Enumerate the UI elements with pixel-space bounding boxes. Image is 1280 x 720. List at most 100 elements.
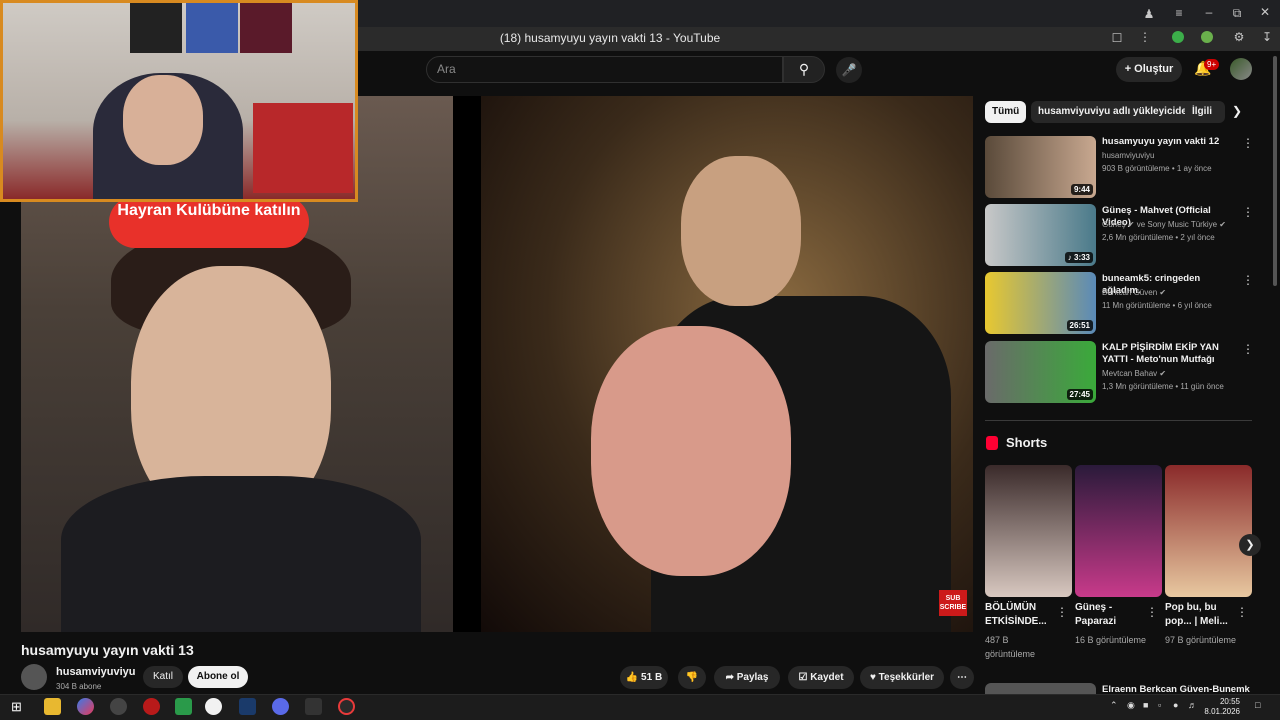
clock-time: 20:55	[1219, 697, 1240, 706]
extensions-icon[interactable]: ⚙	[1230, 30, 1248, 44]
more-icon[interactable]: ⋮	[1136, 30, 1154, 44]
notification-badge: 9+	[1204, 59, 1220, 70]
rec-title[interactable]: husamyuyu yayın vakti 12	[1102, 136, 1240, 148]
maximize-icon[interactable]: ⧉	[1228, 6, 1246, 21]
rec-thumbnail[interactable]	[985, 683, 1096, 694]
rec-thumbnail[interactable]: 27:45	[985, 341, 1096, 403]
more-actions-button[interactable]: ⋯	[950, 666, 974, 689]
chip-all[interactable]: Tümü	[985, 101, 1027, 123]
app-icon[interactable]	[143, 698, 160, 715]
yandex-browser-icon[interactable]	[205, 698, 222, 715]
more-icon[interactable]: ⋮	[1056, 605, 1068, 619]
more-icon[interactable]: ⋮	[1146, 605, 1158, 619]
rec-thumbnail[interactable]: ♪ 3:33	[985, 204, 1096, 266]
subscribe-watermark[interactable]: SUB SCRIBE	[939, 590, 967, 616]
close-icon[interactable]: ✕	[1256, 5, 1274, 19]
share-button[interactable]: ➦ Paylaş	[714, 666, 780, 689]
app-icon[interactable]	[110, 698, 127, 715]
minimize-icon[interactable]: –	[1200, 5, 1218, 19]
share-label: Paylaş	[736, 672, 769, 683]
bookmark-icon[interactable]: ☐	[1108, 31, 1126, 45]
subscribe-button[interactable]: Abone ol	[188, 666, 248, 688]
more-icon[interactable]: ⋮	[1242, 273, 1254, 287]
rec-meta: 903 B görüntüleme • 1 ay önce	[1102, 164, 1212, 173]
search-input[interactable]: Ara	[426, 56, 783, 83]
channel-avatar[interactable]	[21, 664, 47, 690]
plus-icon: +	[1124, 63, 1135, 75]
chevron-up-icon[interactable]: ⌃	[1110, 700, 1118, 711]
create-button[interactable]: + Oluştur	[1116, 57, 1182, 82]
menu-icon[interactable]: ≡	[1170, 6, 1188, 20]
rec-channel[interactable]: husamviyuviyu	[1102, 151, 1154, 160]
thumbs-up-icon: 👍	[625, 672, 642, 683]
search-icon: ⚲	[798, 61, 810, 77]
tray-icon[interactable]: ■	[1143, 700, 1148, 710]
obs-icon[interactable]	[338, 698, 355, 715]
channel-name[interactable]: husamviyuviyu	[56, 666, 135, 678]
video-right-panel	[481, 96, 973, 632]
person-face	[681, 156, 801, 306]
short-views: 487 B görüntüleme	[985, 635, 1036, 659]
account-icon[interactable]: ♟	[1140, 7, 1158, 21]
system-clock[interactable]: 20:55 8.01.2026	[1198, 697, 1240, 717]
chip-related[interactable]: İlgili	[1185, 101, 1225, 123]
more-icon: ⋯	[957, 672, 967, 683]
rec-thumbnail[interactable]: 9:44	[985, 136, 1096, 198]
rec-channel[interactable]: Berkcan Güven ✔	[1102, 288, 1166, 297]
thanks-button[interactable]: ♥ Teşekkürler	[860, 666, 944, 689]
thanks-icon: ♥	[869, 672, 879, 683]
windows-start-icon[interactable]: ⊞	[11, 699, 22, 715]
duration-badge: 27:45	[1066, 389, 1093, 400]
rec-channel[interactable]: Güneş ✔ ve Sony Music Türkiye ✔	[1102, 220, 1226, 229]
short-title[interactable]: Güneş - Paparazi	[1075, 601, 1147, 629]
tray-icon[interactable]: ▫	[1158, 700, 1161, 710]
chip-from-uploader[interactable]: husamviyuviyu adlı yükleyiciden	[1031, 101, 1201, 123]
rec-channel[interactable]: Mevtcan Bahav ✔	[1102, 369, 1166, 378]
speaker-icon[interactable]: ♬	[1188, 700, 1197, 710]
short-title[interactable]: Pop bu, bu pop... | Meli...	[1165, 601, 1237, 629]
rec-thumbnail[interactable]: 26:51	[985, 272, 1096, 334]
fan-club-banner[interactable]: Hayran Kulübüne katılın	[109, 196, 309, 248]
tray-icon[interactable]: ●	[1173, 700, 1178, 710]
more-icon[interactable]: ⋮	[1242, 342, 1254, 356]
duration-badge: 26:51	[1066, 320, 1093, 331]
clock-date: 8.01.2026	[1204, 707, 1240, 716]
scrollbar[interactable]	[1273, 56, 1277, 286]
rec-title[interactable]: KALP PİŞİRDİM EKİP YAN YATTI - Meto'nun …	[1102, 342, 1240, 366]
join-button[interactable]: Katıl	[143, 666, 183, 688]
notifications-icon[interactable]: □	[1255, 700, 1260, 710]
subscriber-count: 304 B abone	[56, 682, 102, 691]
rec-meta: 2,6 Mn görüntüleme • 2 yıl önce	[1102, 233, 1215, 242]
like-button[interactable]: 👍 51 B	[620, 666, 668, 689]
file-explorer-icon[interactable]	[44, 698, 61, 715]
voice-search-button[interactable]: 🎤	[836, 57, 862, 83]
more-icon[interactable]: ⋮	[1242, 205, 1254, 219]
poster	[240, 3, 292, 53]
shorts-next-button[interactable]: ❯	[1239, 534, 1261, 556]
user-avatar[interactable]	[1230, 58, 1252, 80]
download-icon[interactable]: ↧	[1258, 30, 1276, 44]
steam-icon[interactable]	[239, 698, 256, 715]
short-thumbnail[interactable]	[1075, 465, 1162, 597]
bed	[253, 103, 353, 193]
mic-icon: 🎤	[841, 63, 857, 77]
more-icon[interactable]: ⋮	[1236, 605, 1248, 619]
save-button[interactable]: ☑ Kaydet	[788, 666, 854, 689]
extension-icon[interactable]	[1172, 31, 1184, 43]
extension-icon[interactable]	[1201, 31, 1213, 43]
chevron-right-icon[interactable]: ❯	[1232, 104, 1242, 118]
search-button[interactable]: ⚲	[783, 56, 825, 83]
tray-icon[interactable]: ◉	[1127, 700, 1135, 711]
short-thumbnail[interactable]	[1165, 465, 1252, 597]
short-thumbnail[interactable]	[985, 465, 1072, 597]
more-icon[interactable]: ⋮	[1242, 136, 1254, 150]
store-icon[interactable]	[175, 698, 192, 715]
save-label: Kaydet	[810, 672, 844, 683]
discord-icon[interactable]	[272, 698, 289, 715]
short-views: 97 B görüntüleme	[1165, 635, 1237, 645]
copilot-icon[interactable]	[77, 698, 94, 715]
dislike-button[interactable]: 👎	[678, 666, 706, 689]
epic-games-icon[interactable]	[305, 698, 322, 715]
thumbs-down-icon: 👎	[685, 672, 699, 683]
short-title[interactable]: BÖLÜMÜN ETKİSİNDE...	[985, 601, 1057, 629]
